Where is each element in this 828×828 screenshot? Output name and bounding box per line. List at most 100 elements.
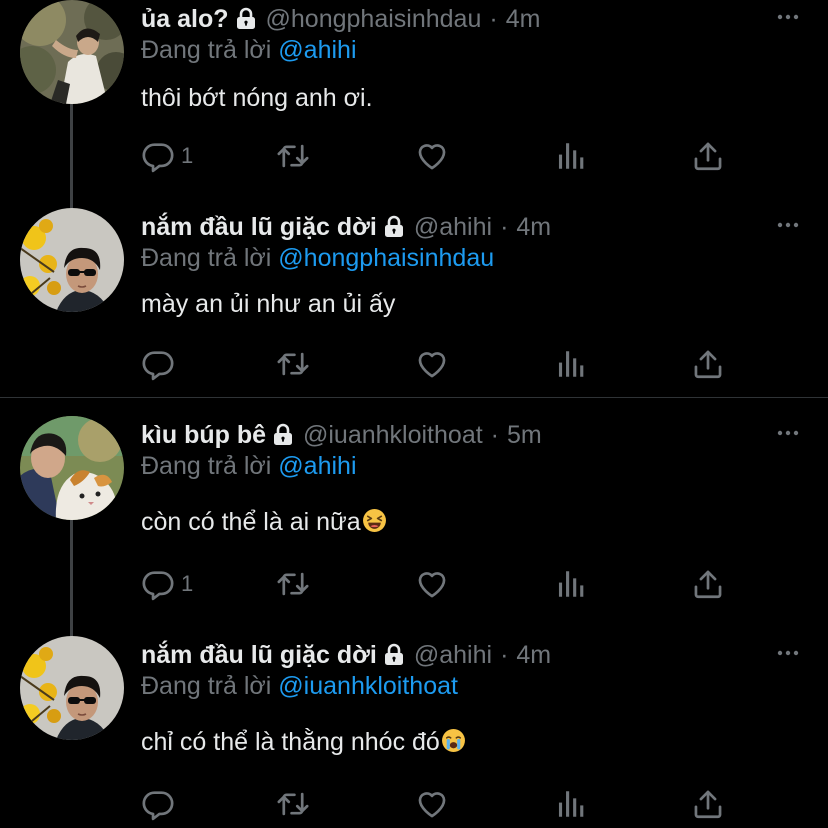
replying-to: Đang trả lời @hongphaisinhdau [141, 244, 494, 273]
retweet-icon [276, 567, 310, 601]
tweet-text-content: chỉ có thể là thằng nhóc đó [141, 728, 440, 756]
mention-link[interactable]: @ahihi [278, 452, 356, 480]
avatar[interactable] [20, 636, 124, 740]
more-button[interactable] [776, 416, 800, 450]
replying-to-label: Đang trả lời [141, 244, 272, 272]
share-button[interactable] [691, 346, 725, 382]
tweet-text: còn có thể là ai nữa [141, 508, 387, 537]
separator-dot: · [489, 4, 498, 33]
more-icon [776, 221, 800, 229]
avatar[interactable] [20, 0, 124, 104]
avatar[interactable] [20, 208, 124, 312]
reply-button[interactable] [141, 786, 181, 822]
tweet-header: nắm đầu lũ giặc dời @ahihi · 4m [141, 208, 551, 246]
share-button[interactable] [691, 138, 725, 174]
thread-line [70, 104, 73, 210]
reply-icon [141, 347, 175, 381]
timestamp[interactable]: 4m [516, 641, 551, 670]
tweet-text: chỉ có thể là thằng nhóc đó [141, 728, 466, 757]
replying-to-label: Đang trả lời [141, 452, 272, 480]
user-handle[interactable]: @hongphaisinhdau [266, 5, 482, 34]
more-button[interactable] [776, 208, 800, 242]
user-handle[interactable]: @ahihi [414, 641, 492, 670]
analytics-icon [554, 139, 588, 173]
like-icon [415, 347, 449, 381]
more-icon [776, 649, 800, 657]
analytics-icon [554, 787, 588, 821]
retweet-icon [276, 139, 310, 173]
mention-link[interactable]: @iuanhkloithoat [278, 672, 458, 700]
reply-icon [141, 787, 175, 821]
reply-count: 1 [181, 143, 194, 168]
mention-link[interactable]: @ahihi [278, 36, 356, 64]
analytics-button[interactable] [554, 566, 588, 602]
tweet-header: kìu búp bê @iuanhkloithoat · 5m [141, 416, 542, 454]
share-icon [691, 139, 725, 173]
mention-link[interactable]: @hongphaisinhdau [278, 244, 494, 272]
tweet-header: nắm đầu lũ giặc dời @ahihi · 4m [141, 636, 551, 674]
more-button[interactable] [776, 0, 800, 34]
like-button[interactable] [415, 786, 449, 822]
reply-button[interactable]: 1 [141, 566, 193, 602]
display-name[interactable]: ủa alo? [141, 5, 229, 34]
retweet-button[interactable] [276, 346, 310, 382]
tweet-text-content: còn có thể là ai nữa [141, 508, 361, 536]
tweet-text: thôi bớt nóng anh ơi. [141, 84, 373, 112]
lock-icon [382, 643, 406, 667]
laughing-face-emoji-icon [362, 508, 387, 533]
share-icon [691, 347, 725, 381]
like-icon [415, 787, 449, 821]
more-icon [776, 429, 800, 437]
share-button[interactable] [691, 566, 725, 602]
analytics-button[interactable] [554, 138, 588, 174]
replying-to: Đang trả lời @ahihi [141, 452, 357, 481]
separator-dot: · [490, 420, 499, 449]
tweet-text: mày an ủi như an ủi ấy [141, 290, 396, 318]
reply-button[interactable] [141, 346, 181, 382]
retweet-button[interactable] [276, 786, 310, 822]
share-icon [691, 567, 725, 601]
action-bar: 1 [141, 138, 741, 174]
display-name[interactable]: kìu búp bê [141, 421, 266, 450]
more-icon [776, 13, 800, 21]
timestamp[interactable]: 5m [507, 421, 542, 450]
retweet-button[interactable] [276, 138, 310, 174]
replying-to: Đang trả lời @ahihi [141, 36, 357, 65]
like-button[interactable] [415, 138, 449, 174]
analytics-button[interactable] [554, 346, 588, 382]
lock-icon [382, 215, 406, 239]
timestamp[interactable]: 4m [506, 5, 541, 34]
like-icon [415, 567, 449, 601]
share-button[interactable] [691, 786, 725, 822]
reply-count: 1 [181, 571, 194, 596]
separator-dot: · [500, 640, 509, 669]
like-button[interactable] [415, 566, 449, 602]
like-button[interactable] [415, 346, 449, 382]
more-button[interactable] [776, 636, 800, 670]
reply-button[interactable]: 1 [141, 138, 193, 174]
action-bar: 1 [141, 566, 741, 602]
thread-line [70, 520, 73, 638]
replying-to: Đang trả lời @iuanhkloithoat [141, 672, 458, 701]
retweet-button[interactable] [276, 566, 310, 602]
tweet-header: ủa alo? @hongphaisinhdau · 4m [141, 0, 540, 38]
replying-to-label: Đang trả lời [141, 36, 272, 64]
retweet-icon [276, 347, 310, 381]
action-bar [141, 786, 741, 822]
like-icon [415, 139, 449, 173]
analytics-icon [554, 347, 588, 381]
user-handle[interactable]: @iuanhkloithoat [303, 421, 483, 450]
user-handle[interactable]: @ahihi [414, 213, 492, 242]
retweet-icon [276, 787, 310, 821]
separator-dot: · [500, 212, 509, 241]
share-icon [691, 787, 725, 821]
replying-to-label: Đang trả lời [141, 672, 272, 700]
action-bar [141, 346, 741, 382]
analytics-button[interactable] [554, 786, 588, 822]
avatar[interactable] [20, 416, 124, 520]
display-name[interactable]: nắm đầu lũ giặc dời [141, 641, 377, 670]
reply-icon [141, 139, 175, 173]
crying-face-emoji-icon [441, 728, 466, 753]
display-name[interactable]: nắm đầu lũ giặc dời [141, 213, 377, 242]
timestamp[interactable]: 4m [516, 213, 551, 242]
